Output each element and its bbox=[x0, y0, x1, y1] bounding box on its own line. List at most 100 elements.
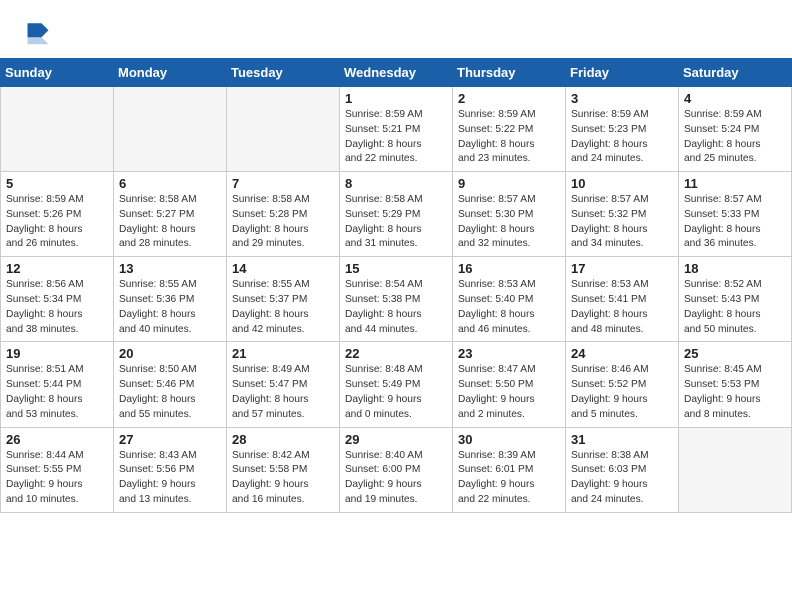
day-info: Sunrise: 8:42 AM Sunset: 5:58 PM Dayligh… bbox=[232, 449, 334, 508]
day-info: Sunrise: 8:58 AM Sunset: 5:28 PM Dayligh… bbox=[232, 193, 334, 252]
calendar-cell: 18Sunrise: 8:52 AM Sunset: 5:43 PM Dayli… bbox=[679, 257, 792, 342]
calendar-cell: 21 Sunrise: 8:49 AM Sunset: 5:47 PM Dayli… bbox=[227, 342, 340, 427]
day-info: Sunrise: 8:48 AM Sunset: 5:49 PM Dayligh… bbox=[345, 363, 447, 422]
day-number: 18 bbox=[684, 261, 786, 276]
day-number: 22 bbox=[345, 346, 447, 361]
calendar-cell: 23 Sunrise: 8:47 AM Sunset: 5:50 PM Dayli… bbox=[453, 342, 566, 427]
day-number: 31 bbox=[571, 432, 673, 447]
day-number: 4 bbox=[684, 91, 786, 106]
calendar-cell: 5Sunrise: 8:59 AM Sunset: 5:26 PM Daylig… bbox=[1, 172, 114, 257]
day-number: 13 bbox=[119, 261, 221, 276]
calendar-cell: 31Sunrise: 8:38 AM Sunset: 6:03 PM Dayli… bbox=[566, 427, 679, 512]
day-header-monday: Monday bbox=[114, 59, 227, 87]
calendar-cell bbox=[114, 87, 227, 172]
day-header-wednesday: Wednesday bbox=[340, 59, 453, 87]
day-number: 9 bbox=[458, 176, 560, 191]
day-info: Sunrise: 8:43 AM Sunset: 5:56 PM Dayligh… bbox=[119, 449, 221, 508]
day-info: Sunrise: 8:59 AM Sunset: 5:23 PM Dayligh… bbox=[571, 108, 673, 167]
calendar-cell: 29 Sunrise: 8:40 AM Sunset: 6:00 PM Dayli… bbox=[340, 427, 453, 512]
calendar-body: 1 Sunrise: 8:59 AM Sunset: 5:21 PM Daylig… bbox=[1, 87, 792, 513]
day-number: 6 bbox=[119, 176, 221, 191]
calendar-cell: 12 Sunrise: 8:56 AM Sunset: 5:34 PM Dayli… bbox=[1, 257, 114, 342]
day-number: 14 bbox=[232, 261, 334, 276]
calendar-cell: 20 Sunrise: 8:50 AM Sunset: 5:46 PM Dayli… bbox=[114, 342, 227, 427]
calendar-cell: 7 Sunrise: 8:58 AM Sunset: 5:28 PM Daylig… bbox=[227, 172, 340, 257]
day-number: 23 bbox=[458, 346, 560, 361]
day-number: 30 bbox=[458, 432, 560, 447]
day-info: Sunrise: 8:51 AM Sunset: 5:44 PM Dayligh… bbox=[6, 363, 108, 422]
day-number: 29 bbox=[345, 432, 447, 447]
day-header-saturday: Saturday bbox=[679, 59, 792, 87]
day-header-friday: Friday bbox=[566, 59, 679, 87]
day-number: 15 bbox=[345, 261, 447, 276]
day-number: 7 bbox=[232, 176, 334, 191]
day-number: 21 bbox=[232, 346, 334, 361]
calendar-cell: 22 Sunrise: 8:48 AM Sunset: 5:49 PM Dayli… bbox=[340, 342, 453, 427]
day-header-tuesday: Tuesday bbox=[227, 59, 340, 87]
calendar-cell: 11 Sunrise: 8:57 AM Sunset: 5:33 PM Dayli… bbox=[679, 172, 792, 257]
day-info: Sunrise: 8:47 AM Sunset: 5:50 PM Dayligh… bbox=[458, 363, 560, 422]
day-number: 11 bbox=[684, 176, 786, 191]
day-info: Sunrise: 8:57 AM Sunset: 5:32 PM Dayligh… bbox=[571, 193, 673, 252]
day-number: 5 bbox=[6, 176, 108, 191]
logo-icon bbox=[24, 18, 52, 46]
calendar-cell: 3Sunrise: 8:59 AM Sunset: 5:23 PM Daylig… bbox=[566, 87, 679, 172]
day-header-sunday: Sunday bbox=[1, 59, 114, 87]
calendar-cell bbox=[679, 427, 792, 512]
day-number: 28 bbox=[232, 432, 334, 447]
day-info: Sunrise: 8:57 AM Sunset: 5:30 PM Dayligh… bbox=[458, 193, 560, 252]
day-info: Sunrise: 8:50 AM Sunset: 5:46 PM Dayligh… bbox=[119, 363, 221, 422]
day-number: 19 bbox=[6, 346, 108, 361]
day-info: Sunrise: 8:49 AM Sunset: 5:47 PM Dayligh… bbox=[232, 363, 334, 422]
calendar-table: SundayMondayTuesdayWednesdayThursdayFrid… bbox=[0, 58, 792, 513]
calendar-cell: 13 Sunrise: 8:55 AM Sunset: 5:36 PM Dayli… bbox=[114, 257, 227, 342]
calendar-cell: 15 Sunrise: 8:54 AM Sunset: 5:38 PM Dayli… bbox=[340, 257, 453, 342]
day-info: Sunrise: 8:56 AM Sunset: 5:34 PM Dayligh… bbox=[6, 278, 108, 337]
day-number: 26 bbox=[6, 432, 108, 447]
calendar-cell: 6 Sunrise: 8:58 AM Sunset: 5:27 PM Daylig… bbox=[114, 172, 227, 257]
calendar-cell: 24 Sunrise: 8:46 AM Sunset: 5:52 PM Dayli… bbox=[566, 342, 679, 427]
day-header-thursday: Thursday bbox=[453, 59, 566, 87]
calendar-cell: 14 Sunrise: 8:55 AM Sunset: 5:37 PM Dayli… bbox=[227, 257, 340, 342]
day-info: Sunrise: 8:46 AM Sunset: 5:52 PM Dayligh… bbox=[571, 363, 673, 422]
day-info: Sunrise: 8:58 AM Sunset: 5:27 PM Dayligh… bbox=[119, 193, 221, 252]
calendar-cell: 10 Sunrise: 8:57 AM Sunset: 5:32 PM Dayli… bbox=[566, 172, 679, 257]
day-info: Sunrise: 8:55 AM Sunset: 5:36 PM Dayligh… bbox=[119, 278, 221, 337]
day-number: 1 bbox=[345, 91, 447, 106]
week-row-1: 5Sunrise: 8:59 AM Sunset: 5:26 PM Daylig… bbox=[1, 172, 792, 257]
day-number: 16 bbox=[458, 261, 560, 276]
day-info: Sunrise: 8:40 AM Sunset: 6:00 PM Dayligh… bbox=[345, 449, 447, 508]
day-info: Sunrise: 8:39 AM Sunset: 6:01 PM Dayligh… bbox=[458, 449, 560, 508]
calendar-cell bbox=[227, 87, 340, 172]
calendar-cell: 30 Sunrise: 8:39 AM Sunset: 6:01 PM Dayli… bbox=[453, 427, 566, 512]
day-number: 8 bbox=[345, 176, 447, 191]
calendar-cell: 28 Sunrise: 8:42 AM Sunset: 5:58 PM Dayli… bbox=[227, 427, 340, 512]
day-number: 12 bbox=[6, 261, 108, 276]
day-info: Sunrise: 8:58 AM Sunset: 5:29 PM Dayligh… bbox=[345, 193, 447, 252]
day-info: Sunrise: 8:53 AM Sunset: 5:40 PM Dayligh… bbox=[458, 278, 560, 337]
day-number: 2 bbox=[458, 91, 560, 106]
day-number: 10 bbox=[571, 176, 673, 191]
calendar-cell: 25 Sunrise: 8:45 AM Sunset: 5:53 PM Dayli… bbox=[679, 342, 792, 427]
day-info: Sunrise: 8:53 AM Sunset: 5:41 PM Dayligh… bbox=[571, 278, 673, 337]
week-row-2: 12 Sunrise: 8:56 AM Sunset: 5:34 PM Dayli… bbox=[1, 257, 792, 342]
day-number: 25 bbox=[684, 346, 786, 361]
logo bbox=[24, 18, 56, 46]
calendar-cell: 2Sunrise: 8:59 AM Sunset: 5:22 PM Daylig… bbox=[453, 87, 566, 172]
calendar-cell: 8 Sunrise: 8:58 AM Sunset: 5:29 PM Daylig… bbox=[340, 172, 453, 257]
day-number: 24 bbox=[571, 346, 673, 361]
day-info: Sunrise: 8:55 AM Sunset: 5:37 PM Dayligh… bbox=[232, 278, 334, 337]
week-row-0: 1 Sunrise: 8:59 AM Sunset: 5:21 PM Daylig… bbox=[1, 87, 792, 172]
day-info: Sunrise: 8:57 AM Sunset: 5:33 PM Dayligh… bbox=[684, 193, 786, 252]
day-info: Sunrise: 8:54 AM Sunset: 5:38 PM Dayligh… bbox=[345, 278, 447, 337]
calendar-cell: 26 Sunrise: 8:44 AM Sunset: 5:55 PM Dayli… bbox=[1, 427, 114, 512]
day-info: Sunrise: 8:44 AM Sunset: 5:55 PM Dayligh… bbox=[6, 449, 108, 508]
day-number: 20 bbox=[119, 346, 221, 361]
calendar-header: SundayMondayTuesdayWednesdayThursdayFrid… bbox=[1, 59, 792, 87]
calendar-cell: 27Sunrise: 8:43 AM Sunset: 5:56 PM Dayli… bbox=[114, 427, 227, 512]
week-row-4: 26 Sunrise: 8:44 AM Sunset: 5:55 PM Dayli… bbox=[1, 427, 792, 512]
header bbox=[0, 0, 792, 54]
day-info: Sunrise: 8:59 AM Sunset: 5:21 PM Dayligh… bbox=[345, 108, 447, 167]
day-info: Sunrise: 8:45 AM Sunset: 5:53 PM Dayligh… bbox=[684, 363, 786, 422]
calendar-cell: 9 Sunrise: 8:57 AM Sunset: 5:30 PM Daylig… bbox=[453, 172, 566, 257]
